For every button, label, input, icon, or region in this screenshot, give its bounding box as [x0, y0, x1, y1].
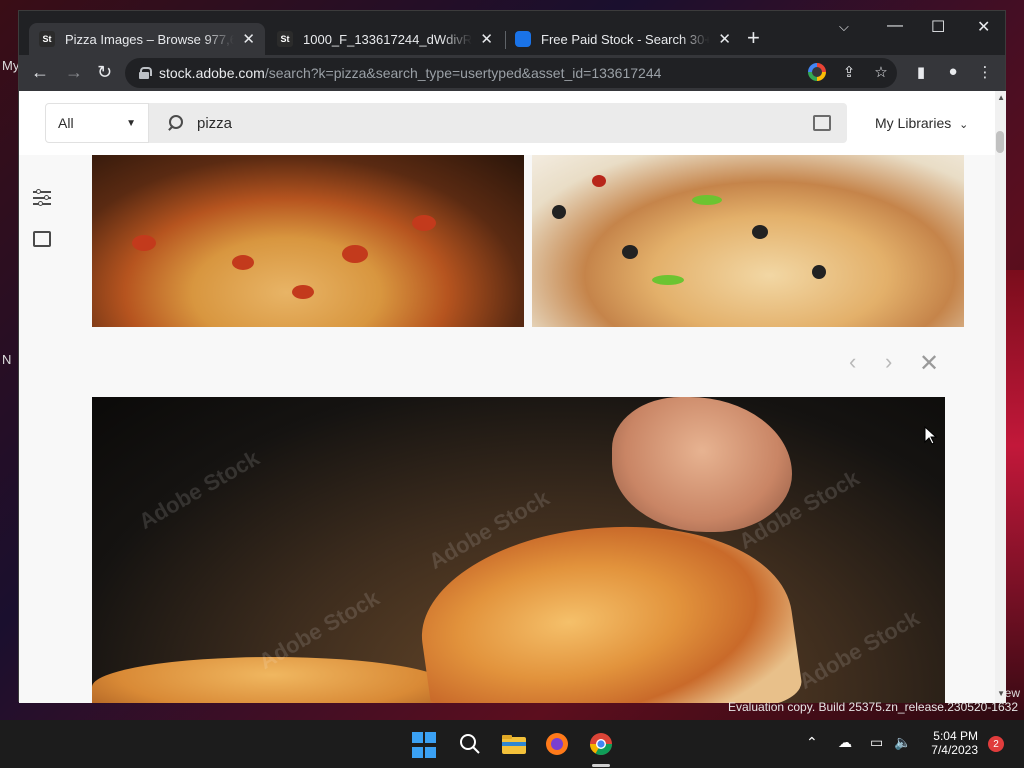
reload-icon[interactable]: ↻ [97, 62, 112, 83]
next-icon[interactable]: › [885, 349, 892, 375]
tab-free-paid-stock[interactable]: Free Paid Stock - Search 30+ sites ✕ [505, 23, 741, 55]
my-libraries-button[interactable]: My Libraries ⌄ [875, 115, 968, 131]
show-hidden-icons-chevron-icon[interactable]: ⌃ [806, 734, 818, 751]
tab-search-chevron-icon[interactable]: ⌵ [839, 19, 849, 35]
desktop-icon-label[interactable]: My [2, 58, 19, 73]
close-tab-icon[interactable]: ✕ [242, 30, 255, 48]
forward-arrow-icon[interactable]: → [65, 62, 83, 83]
address-bar[interactable]: stock.adobe.com/search?k=pizza&search_ty… [125, 58, 897, 88]
minimize-icon[interactable]: — [887, 17, 903, 35]
my-libraries-label: My Libraries [875, 115, 952, 131]
close-tab-icon[interactable]: ✕ [718, 30, 731, 48]
previous-icon[interactable]: ‹ [849, 349, 856, 375]
active-app-indicator [592, 764, 610, 767]
tab-strip: St Pizza Images – Browse 977,679 S ✕ St … [19, 11, 1005, 55]
lock-icon[interactable] [139, 67, 152, 79]
bookmark-star-icon[interactable]: ☆ [871, 63, 891, 81]
url-path: /search?k=pizza&search_type=usertyped&as… [264, 65, 662, 81]
visual-search-icon[interactable] [33, 231, 51, 247]
maximize-icon[interactable]: ☐ [931, 17, 945, 37]
clock[interactable]: 5:04 PM 7/4/2023 [916, 729, 978, 757]
watermark-text: Adobe Stock [794, 605, 924, 695]
clock-time: 5:04 PM [933, 729, 978, 743]
search-header: All ▼ pizza My Libraries ⌄ [19, 91, 995, 155]
search-icon[interactable] [456, 730, 484, 758]
search-input[interactable]: pizza [149, 103, 847, 143]
scroll-down-icon[interactable]: ▼ [997, 689, 1005, 698]
hand [612, 397, 792, 532]
url-host: stock.adobe.com [159, 65, 265, 81]
chrome-icon[interactable] [587, 730, 615, 758]
firefox-icon[interactable] [543, 730, 571, 758]
side-rail [19, 155, 69, 703]
display-icon[interactable]: ▭ [870, 734, 883, 751]
pizza-image-thumbnail[interactable] [532, 155, 964, 327]
chevron-down-icon: ▼ [126, 117, 136, 129]
desktop-edge-text: ew [1004, 686, 1020, 700]
desktop-left-edge: My N [0, 56, 19, 716]
close-window-icon[interactable]: ✕ [977, 17, 990, 37]
tab-asset-image[interactable]: St 1000_F_133617244_dWdivRXwot ✕ [267, 23, 503, 55]
clock-date: 7/4/2023 [931, 743, 978, 757]
stock-search-favicon [515, 31, 531, 47]
start-windows-icon[interactable] [412, 732, 440, 760]
close-detail-icon[interactable]: ✕ [919, 349, 939, 378]
tab-title: Pizza Images – Browse 977,679 S [65, 31, 235, 47]
page-content: All ▼ pizza My Libraries ⌄ ‹ › ✕ Adobe S… [19, 91, 1006, 703]
mouse-cursor-icon [924, 426, 938, 445]
google-icon[interactable] [808, 63, 826, 81]
scrollbar[interactable]: ▲ ▼ [995, 91, 1006, 703]
new-tab-icon[interactable]: + [747, 25, 760, 51]
tab-pizza-images[interactable]: St Pizza Images – Browse 977,679 S ✕ [29, 23, 265, 55]
volume-icon[interactable]: 🔈 [894, 734, 911, 751]
filters-icon[interactable] [33, 189, 51, 206]
pizza-image-thumbnail[interactable] [92, 155, 524, 327]
search-icon [167, 115, 183, 131]
close-tab-icon[interactable]: ✕ [480, 30, 493, 48]
profile-icon[interactable]: ● [943, 63, 963, 80]
search-query: pizza [197, 114, 233, 132]
scroll-up-icon[interactable]: ▲ [997, 93, 1005, 102]
tab-title: Free Paid Stock - Search 30+ sites [541, 31, 711, 47]
taskbar: ⌃ ☁ ▭ 🔈 5:04 PM 7/4/2023 [0, 720, 1024, 768]
asset-type-value: All [58, 115, 74, 131]
back-arrow-icon[interactable]: ← [31, 62, 49, 83]
tab-title: 1000_F_133617244_dWdivRXwot [303, 31, 473, 47]
visual-search-icon[interactable] [813, 115, 831, 131]
asset-preview-image[interactable]: Adobe Stock Adobe Stock Adobe Stock Adob… [92, 397, 945, 703]
evaluation-watermark: Evaluation copy. Build 25375.zn_release.… [728, 700, 1018, 714]
menu-kebab-icon[interactable]: ⋮ [975, 63, 995, 81]
side-panel-icon[interactable]: ▮ [911, 63, 931, 81]
asset-type-dropdown[interactable]: All ▼ [45, 103, 149, 143]
network-off-icon[interactable]: ☁ [838, 734, 852, 751]
adobe-stock-favicon: St [277, 31, 293, 47]
browser-toolbar: ← → ↻ stock.adobe.com/search?k=pizza&sea… [19, 55, 1005, 91]
browser-window: St Pizza Images – Browse 977,679 S ✕ St … [18, 10, 1006, 703]
watermark-text: Adobe Stock [134, 445, 264, 535]
scrollbar-thumb[interactable] [996, 131, 1004, 153]
adobe-stock-favicon: St [39, 31, 55, 47]
notification-badge[interactable]: 2 [988, 736, 1004, 752]
share-icon[interactable]: ⇪ [839, 63, 859, 81]
file-explorer-icon[interactable] [500, 730, 528, 758]
desktop-wallpaper-edge [1004, 270, 1024, 710]
chevron-down-icon: ⌄ [959, 119, 969, 131]
desktop-icon-label[interactable]: N [2, 352, 11, 367]
